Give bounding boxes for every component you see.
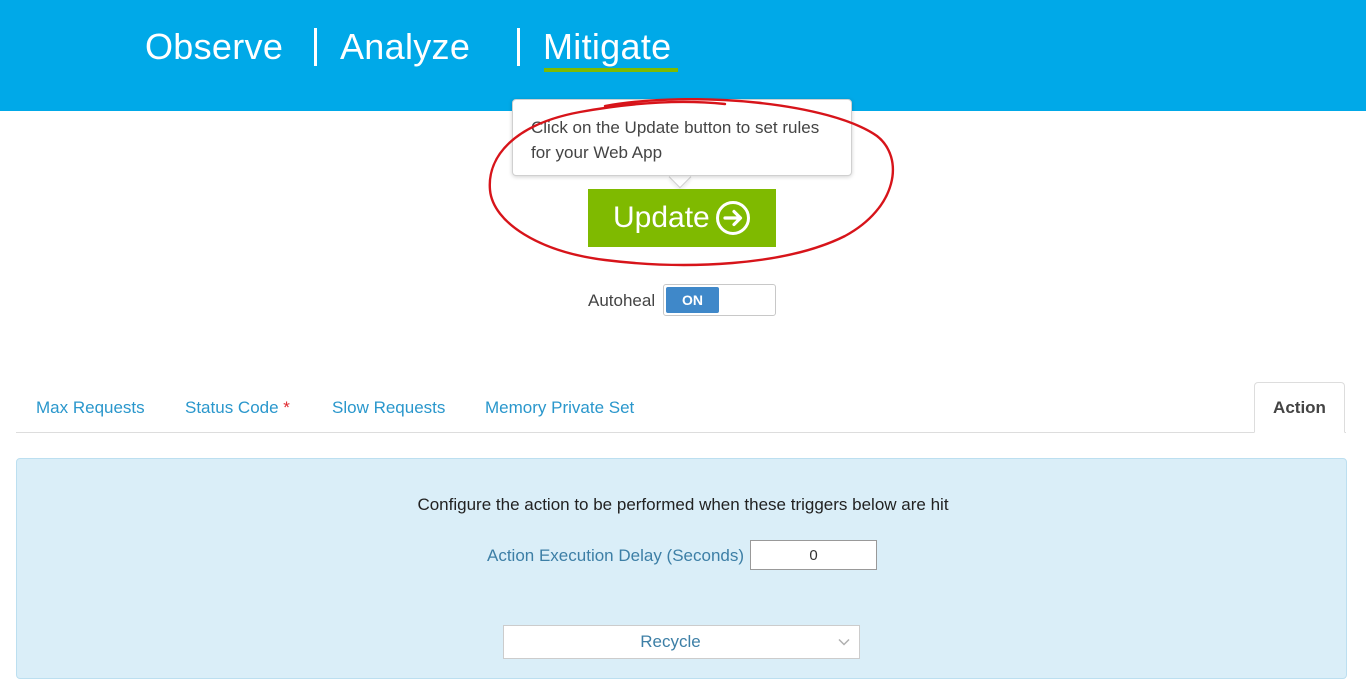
autoheal-toggle[interactable]: ON (663, 284, 776, 316)
autoheal-toggle-state: ON (666, 287, 719, 313)
tooltip-line-2: for your Web App (531, 143, 663, 162)
autoheal-label: Autoheal (588, 291, 656, 310)
tooltip-line-1: Click on the Update button to set rules (531, 118, 820, 137)
nav-mitigate[interactable]: Mitigate (543, 24, 671, 70)
action-select-value: Recycle (640, 632, 701, 651)
required-asterisk: * (283, 398, 290, 417)
arrow-right-circle-icon (716, 201, 750, 235)
nav-observe[interactable]: Observe (145, 24, 283, 70)
tab-slow-requests[interactable]: Slow Requests (332, 397, 445, 419)
action-panel-heading: Configure the action to be performed whe… (417, 495, 949, 514)
tab-label: Max Requests (36, 398, 145, 417)
nav-separator (517, 28, 520, 66)
delay-label: Action Execution Delay (Seconds) (487, 546, 745, 565)
update-tooltip: Click on the Update button to set rules … (512, 99, 852, 176)
chevron-down-icon (838, 638, 850, 646)
action-select[interactable]: Recycle (503, 625, 860, 659)
tab-label: Memory Private Set (485, 398, 635, 417)
nav-separator (314, 28, 317, 66)
nav-analyze[interactable]: Analyze (340, 24, 470, 70)
nav-active-indicator (544, 68, 678, 72)
tabs-divider (16, 432, 1346, 433)
tab-label: Slow Requests (332, 398, 446, 417)
tab-label: Status Code (185, 398, 279, 417)
tab-action[interactable]: Action (1254, 382, 1345, 433)
tab-max-requests[interactable]: Max Requests (36, 397, 145, 419)
tab-memory-private-set[interactable]: Memory Private Set (485, 397, 634, 419)
tab-label: Action (1273, 398, 1326, 417)
delay-input[interactable] (750, 540, 877, 570)
update-button-label: Update (613, 201, 710, 234)
top-nav-bar: Observe Analyze Mitigate (0, 0, 1366, 111)
tab-status-code[interactable]: Status Code * (185, 397, 290, 419)
